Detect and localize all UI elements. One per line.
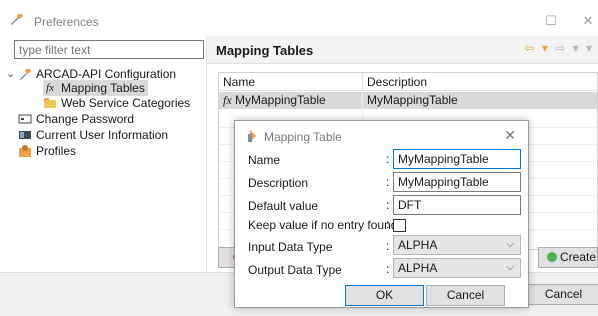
function-icon: fx xyxy=(46,82,54,94)
add-icon xyxy=(547,252,557,262)
function-icon: fx xyxy=(223,93,232,107)
dialog-title: Mapping Table xyxy=(264,130,342,144)
dialog-cancel-button[interactable]: Cancel xyxy=(426,285,505,306)
colon: : xyxy=(386,198,390,212)
window-title: Preferences xyxy=(34,15,99,29)
colon: : xyxy=(386,175,390,189)
colon: : xyxy=(386,217,390,231)
table-row[interactable]: fx MyMappingTable MyMappingTable xyxy=(219,92,597,109)
select-value: ALPHA xyxy=(398,238,438,252)
tree-item-label: Change Password xyxy=(36,112,135,126)
mapping-table-dialog: Mapping Table ✕ Name : MyMappingTable De… xyxy=(234,120,529,308)
maximize-button[interactable]: ☐ xyxy=(541,11,561,31)
input-data-type-label: Input Data Type xyxy=(248,240,333,254)
page-navigation: ⇦ ▾ ⇨ ▾ ▾ xyxy=(524,41,594,55)
wrench-icon xyxy=(20,69,31,80)
folder-icon xyxy=(44,98,56,108)
colon: : xyxy=(386,152,390,166)
description-label: Description xyxy=(248,176,309,190)
preferences-tree-panel: ⌄ ARCAD-API Configuration fx Mapping Tab… xyxy=(0,36,206,272)
select-value: ALPHA xyxy=(398,261,438,275)
tree-item-change-password[interactable]: Change Password xyxy=(18,111,134,127)
row-description-cell: MyMappingTable xyxy=(367,93,458,107)
filter-input[interactable] xyxy=(14,40,204,59)
output-data-type-label: Output Data Type xyxy=(248,263,342,277)
name-label: Name xyxy=(248,153,281,167)
profiles-icon xyxy=(19,145,31,157)
row-name-cell: fx MyMappingTable xyxy=(223,93,326,107)
default-value-label: Default value xyxy=(248,199,319,213)
back-icon[interactable]: ⇦ ▾ xyxy=(524,41,549,55)
close-window-button[interactable]: ✕ xyxy=(578,11,598,31)
tree-item-label: Current User Information xyxy=(36,128,169,142)
preferences-cancel-button[interactable]: Cancel xyxy=(528,284,598,305)
name-field[interactable]: MyMappingTable xyxy=(393,149,521,169)
column-header-name[interactable]: Name xyxy=(219,73,362,91)
password-icon xyxy=(18,114,32,124)
title-bar: Preferences ☐ ✕ xyxy=(0,0,598,36)
default-value-field[interactable]: DFT xyxy=(393,195,521,215)
tree-item-profiles[interactable]: Profiles xyxy=(18,143,76,159)
chevron-down-icon[interactable]: ⌄ xyxy=(6,66,18,82)
mapping-table-icon xyxy=(248,130,256,142)
tree-item-current-user-information[interactable]: Current User Information xyxy=(18,127,168,143)
keep-value-label: Keep value if no entry found xyxy=(248,218,398,232)
chevron-down-icon: ⌵ xyxy=(506,239,514,250)
user-card-icon xyxy=(19,131,31,139)
ok-button[interactable]: OK xyxy=(345,285,424,306)
colon: : xyxy=(386,239,390,253)
page-header: Mapping Tables ⇦ ▾ ⇨ ▾ ▾ xyxy=(207,36,598,64)
tree-item-web-service-categories[interactable]: Web Service Categories xyxy=(43,95,190,111)
keep-value-checkbox[interactable] xyxy=(393,219,406,232)
tree-item-label: Web Service Categories xyxy=(61,96,191,110)
forward-icon[interactable]: ⇨ ▾ ▾ xyxy=(555,41,594,55)
chevron-down-icon: ⌵ xyxy=(506,262,514,273)
output-data-type-select[interactable]: ALPHA ⌵ xyxy=(393,258,521,278)
preferences-icon xyxy=(11,14,23,25)
colon: : xyxy=(386,262,390,276)
page-title: Mapping Tables xyxy=(216,43,314,58)
tree-item-label: Profiles xyxy=(36,144,77,158)
input-data-type-select[interactable]: ALPHA ⌵ xyxy=(393,235,521,255)
column-header-description[interactable]: Description xyxy=(362,73,597,91)
dialog-close-icon[interactable]: ✕ xyxy=(504,127,516,144)
create-button[interactable]: Create xyxy=(538,247,598,268)
description-field[interactable]: MyMappingTable xyxy=(393,172,521,192)
tree-item-mapping-tables[interactable]: fx Mapping Tables xyxy=(43,80,148,96)
tree-item-label: Mapping Tables xyxy=(61,81,145,95)
